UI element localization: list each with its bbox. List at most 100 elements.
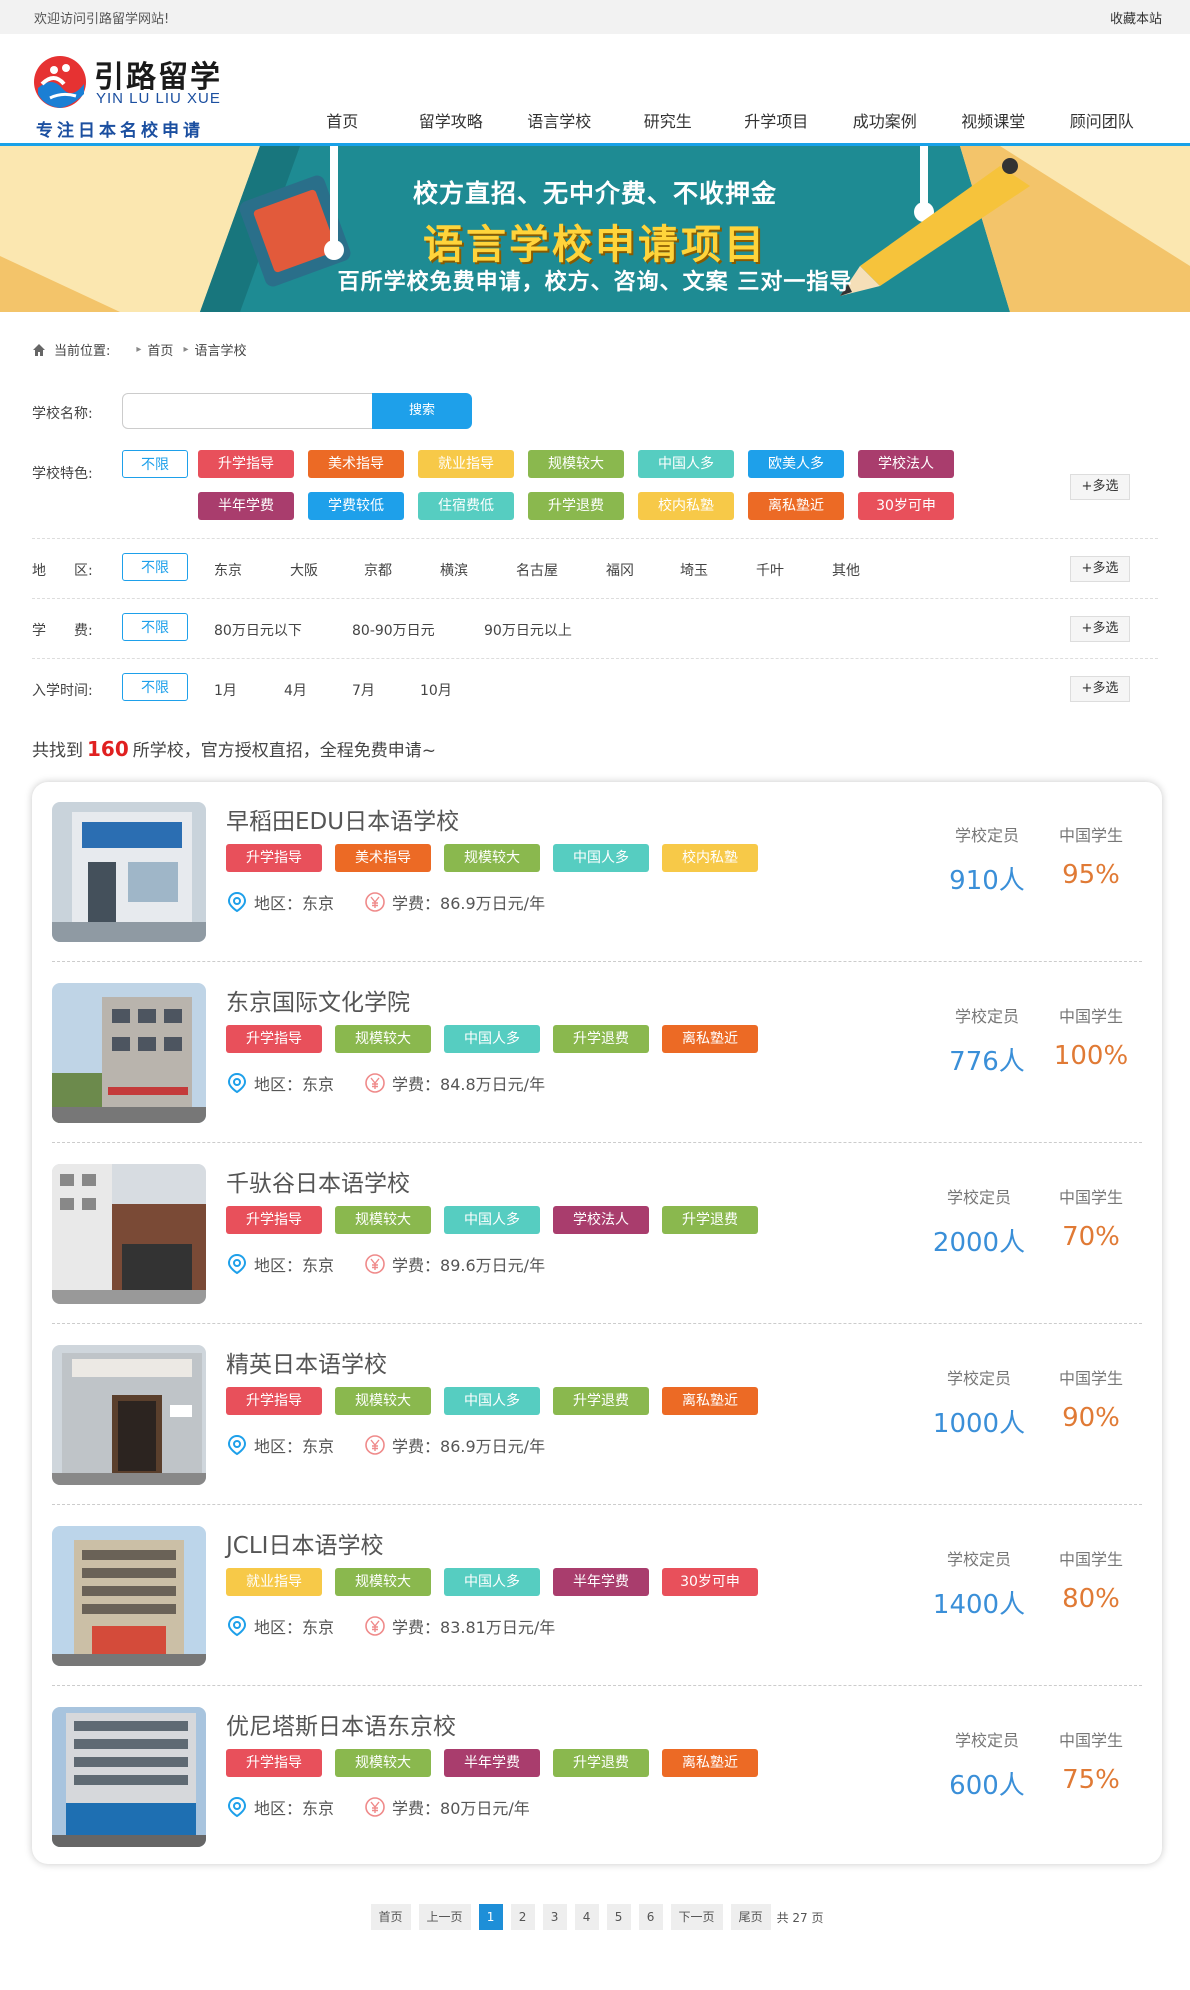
school-info: 地区： 东京 学费： 86.9万日元/年 <box>226 890 545 914</box>
capacity-stat: 学校定员 600人 <box>932 1727 1042 1802</box>
feature-option[interactable]: 学校法人 <box>858 450 954 478</box>
feature-option[interactable]: 升学指导 <box>198 450 294 478</box>
first-page-button[interactable]: 首页 <box>370 1904 411 1930</box>
capacity-value: 600人 <box>949 1771 1025 1801</box>
fee-value: 89.6万日元/年 <box>440 1256 546 1275</box>
intake-any-option[interactable]: 不限 <box>122 673 188 701</box>
prev-page-button[interactable]: 上一页 <box>418 1904 471 1930</box>
feature-option[interactable]: 欧美人多 <box>748 450 844 478</box>
nav-item-1[interactable]: 首页 <box>288 102 397 144</box>
region-option[interactable]: 千叶 <box>756 560 784 580</box>
nav-item-3[interactable]: 语言学校 <box>505 102 614 146</box>
feature-any-option[interactable]: 不限 <box>122 450 188 478</box>
fee-value: 80万日元/年 <box>440 1799 530 1818</box>
school-photo[interactable] <box>52 1164 206 1304</box>
promo-banner[interactable]: 校方直招、无中介费、不收押金 语言学校申请项目 百所学校免费申请，校方、咨询、文… <box>0 146 1190 312</box>
feature-option[interactable]: 离私塾近 <box>748 492 844 520</box>
page-number-button[interactable]: 4 <box>574 1904 599 1930</box>
fee-multi-select-button[interactable]: +多选 <box>1070 616 1130 642</box>
school-tag: 离私塾近 <box>662 1025 758 1053</box>
fee-info: 学费： 86.9万日元/年 <box>364 890 545 914</box>
fee-any-option[interactable]: 不限 <box>122 613 188 641</box>
school-name-input[interactable] <box>122 393 374 429</box>
bookmark-link[interactable]: 收藏本站 <box>1110 8 1162 27</box>
region-option[interactable]: 埼玉 <box>680 560 708 580</box>
feature-option[interactable]: 住宿费低 <box>418 492 514 520</box>
yen-icon <box>365 1073 385 1093</box>
next-page-button[interactable]: 下一页 <box>670 1904 723 1930</box>
school-name-link[interactable]: 精英日本语学校 <box>226 1345 387 1379</box>
school-name-link[interactable]: 千驮谷日本语学校 <box>226 1164 410 1198</box>
page-number-button[interactable]: 1 <box>478 1904 503 1930</box>
fee-option[interactable]: 80-90万日元 <box>352 620 435 640</box>
fee-option[interactable]: 80万日元以下 <box>214 620 302 640</box>
school-tag: 规模较大 <box>335 1206 431 1234</box>
breadcrumb-home-link[interactable]: 首页 <box>147 340 173 359</box>
feature-option[interactable]: 半年学费 <box>198 492 294 520</box>
last-page-button[interactable]: 尾页 <box>730 1904 771 1930</box>
school-photo[interactable] <box>52 802 206 942</box>
school-name-link[interactable]: 早稻田EDU日本语学校 <box>226 802 459 836</box>
intake-option[interactable]: 1月 <box>214 680 237 700</box>
school-info: 地区： 东京 学费： 89.6万日元/年 <box>226 1252 545 1276</box>
fee-filter-label: 学 费: <box>32 623 93 639</box>
page-number-button[interactable]: 3 <box>542 1904 567 1930</box>
school-tag: 升学退费 <box>553 1025 649 1053</box>
chinese-ratio-label: 中国学生 <box>1058 826 1123 845</box>
page-number-button[interactable]: 2 <box>510 1904 535 1930</box>
chinese-ratio-stat: 中国学生 70% <box>1036 1184 1146 1252</box>
region-option[interactable]: 大阪 <box>290 560 318 580</box>
nav-item-8[interactable]: 顾问团队 <box>1048 102 1157 144</box>
item-divider <box>52 961 1142 962</box>
school-name-link[interactable]: 优尼塔斯日本语东京校 <box>226 1707 456 1741</box>
school-photo[interactable] <box>52 983 206 1123</box>
school-name-link[interactable]: JCLI日本语学校 <box>226 1526 383 1560</box>
feature-option[interactable]: 学费较低 <box>308 492 404 520</box>
school-photo[interactable] <box>52 1345 206 1485</box>
fee-option[interactable]: 90万日元以上 <box>484 620 572 640</box>
region-label: 地区： <box>254 894 303 913</box>
school-name-link[interactable]: 东京国际文化学院 <box>226 983 410 1017</box>
school-photo[interactable] <box>52 1526 206 1666</box>
page-number-button[interactable]: 6 <box>638 1904 663 1930</box>
school-item: 东京国际文化学院 升学指导 规模较大 中国人多 升学退费 离私塾近 地区： 东京 学费： 84.8… <box>52 963 1142 1143</box>
region-value: 东京 <box>302 1799 335 1818</box>
capacity-label: 学校定员 <box>954 1731 1019 1750</box>
nav-item-2[interactable]: 留学攻略 <box>397 102 506 144</box>
feature-option[interactable]: 规模较大 <box>528 450 624 478</box>
school-item: JCLI日本语学校 就业指导 规模较大 中国人多 半年学费 30岁可申 地区： 东京 学费： 83… <box>52 1506 1142 1686</box>
feature-multi-select-button[interactable]: +多选 <box>1070 474 1130 500</box>
region-option[interactable]: 福冈 <box>606 560 634 580</box>
nav-item-7[interactable]: 视频课堂 <box>939 102 1048 144</box>
intake-option[interactable]: 10月 <box>420 680 452 700</box>
school-photo[interactable] <box>52 1707 206 1847</box>
region-option[interactable]: 东京 <box>214 560 242 580</box>
school-tag: 离私塾近 <box>662 1387 758 1415</box>
feature-option[interactable]: 中国人多 <box>638 450 734 478</box>
feature-option[interactable]: 校内私塾 <box>638 492 734 520</box>
page-number-button[interactable]: 5 <box>606 1904 631 1930</box>
intake-option[interactable]: 4月 <box>284 680 307 700</box>
region-option[interactable]: 京都 <box>364 560 392 580</box>
school-tag: 中国人多 <box>444 1568 540 1596</box>
nav-item-5[interactable]: 升学项目 <box>722 102 831 144</box>
site-logo[interactable]: 引路留学 YIN LU LIU XUE 专注日本名校申请 <box>32 50 232 141</box>
school-tags: 就业指导 规模较大 中国人多 半年学费 30岁可申 <box>226 1568 771 1596</box>
school-list: 早稻田EDU日本语学校 升学指导 美术指导 规模较大 中国人多 校内私塾 地区： 东京 学费： 8… <box>32 782 1162 1864</box>
region-option[interactable]: 横滨 <box>440 560 468 580</box>
feature-option[interactable]: 升学退费 <box>528 492 624 520</box>
feature-option[interactable]: 美术指导 <box>308 450 404 478</box>
nav-item-6[interactable]: 成功案例 <box>831 102 940 144</box>
region-option[interactable]: 名古屋 <box>516 560 558 580</box>
region-multi-select-button[interactable]: +多选 <box>1070 556 1130 582</box>
capacity-stat: 学校定员 910人 <box>932 822 1042 897</box>
search-button[interactable]: 搜索 <box>372 393 472 429</box>
feature-option[interactable]: 30岁可申 <box>858 492 954 520</box>
region-option[interactable]: 其他 <box>832 560 860 580</box>
intake-option[interactable]: 7月 <box>352 680 375 700</box>
feature-option[interactable]: 就业指导 <box>418 450 514 478</box>
intake-multi-select-button[interactable]: +多选 <box>1070 676 1130 702</box>
region-any-option[interactable]: 不限 <box>122 553 188 581</box>
nav-item-4[interactable]: 研究生 <box>614 102 723 144</box>
result-count: 共找到 160 所学校，官方授权直招，全程免费申请~ <box>32 736 436 761</box>
